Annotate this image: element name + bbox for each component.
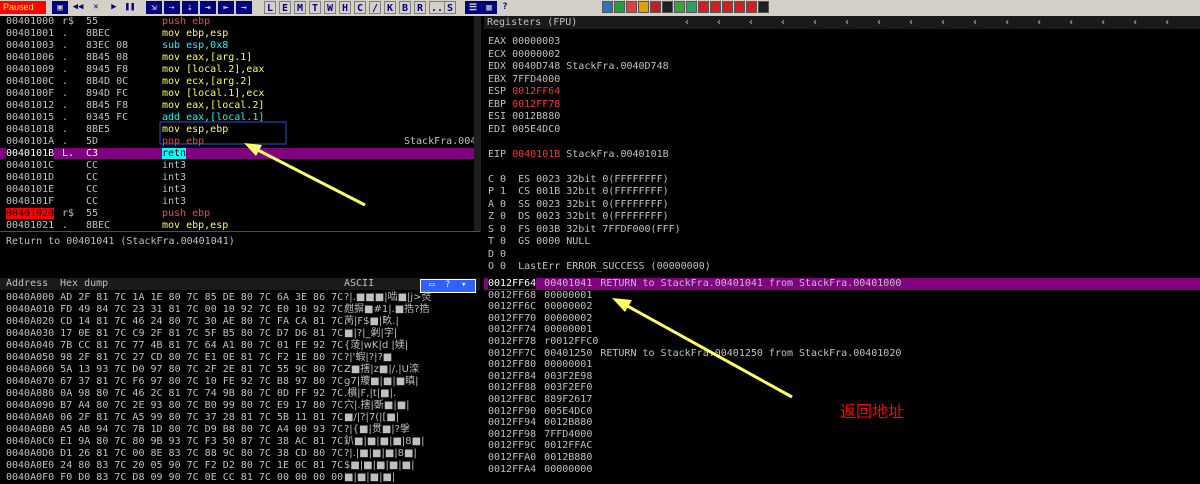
arrow-line-1 <box>251 145 366 207</box>
return-address-label: 返回地址 <box>840 402 905 421</box>
arrow-head-1 <box>244 143 262 156</box>
annotation-layer <box>159 121 793 399</box>
arrow-head-2 <box>612 298 632 312</box>
arrow-line-2 <box>621 301 793 399</box>
highlight-box <box>159 121 287 145</box>
